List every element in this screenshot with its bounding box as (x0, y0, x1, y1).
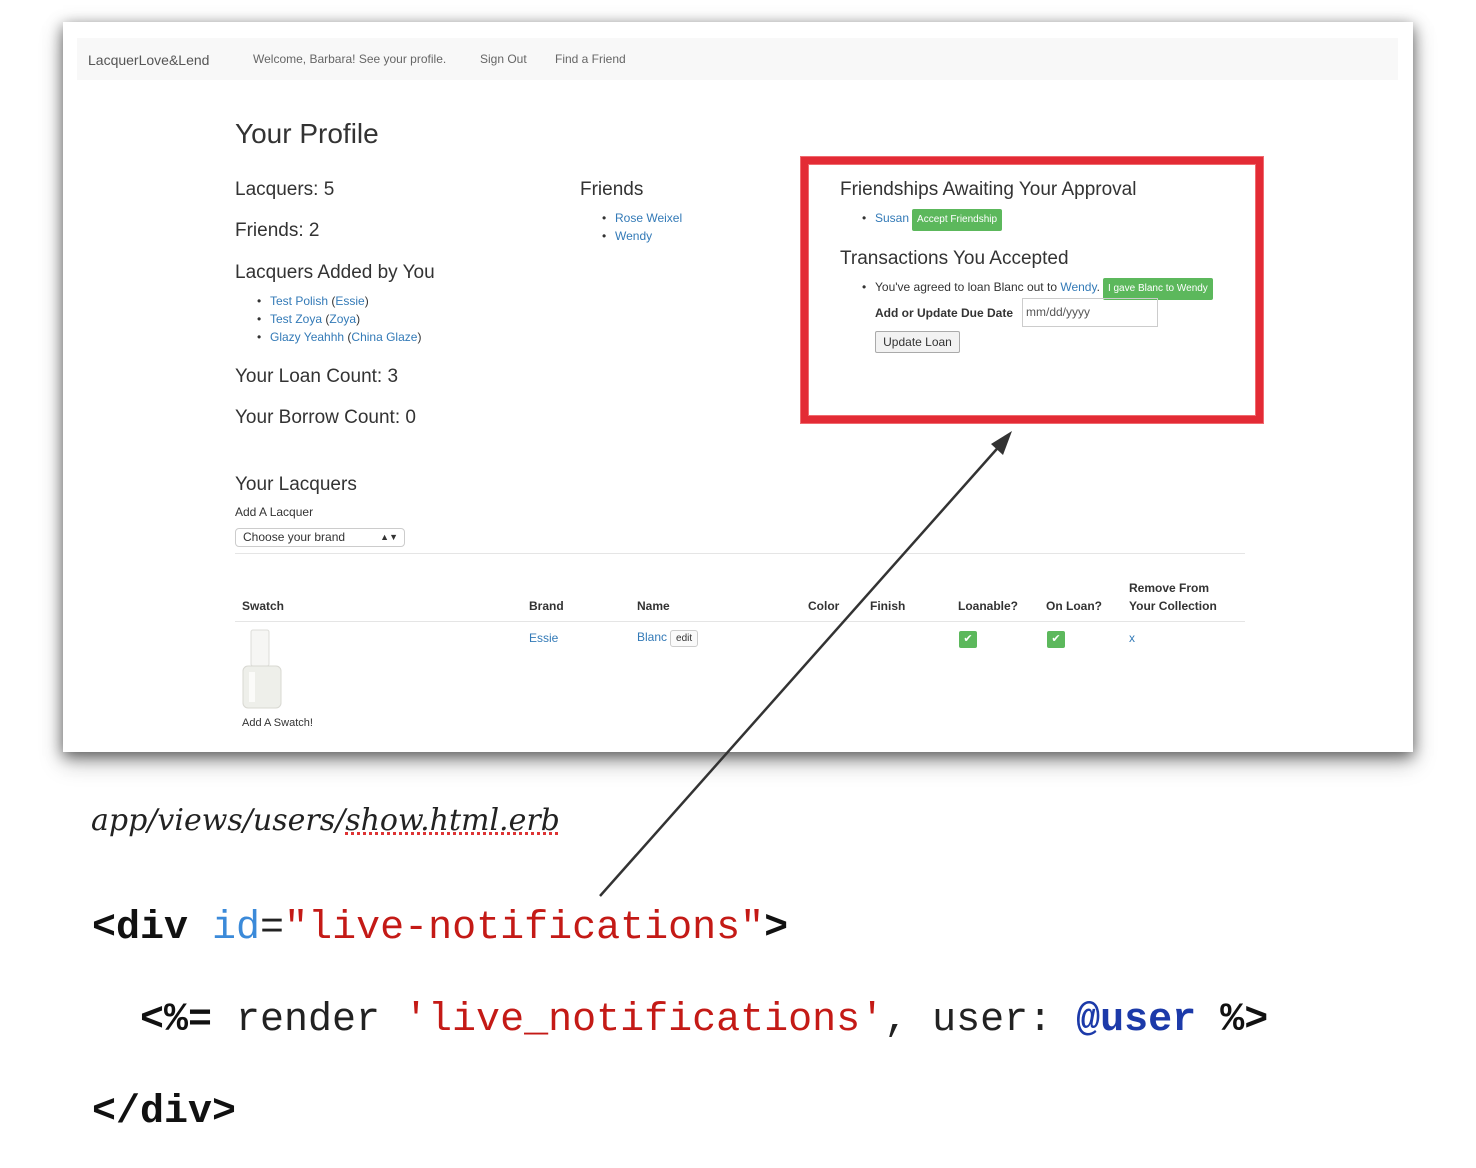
code-erb-close: %> (1220, 998, 1269, 1043)
code-ivar: @user (1076, 998, 1197, 1043)
code-attr-value: "live-notifications" (284, 906, 765, 951)
code-user-key: , user: (884, 998, 1077, 1043)
file-path-caption: app/views/users/show.html.erb (91, 803, 560, 838)
code-attr: id (212, 906, 261, 951)
code-close-bracket: > (764, 906, 789, 951)
code-partial-name: 'live_notifications' (404, 998, 885, 1043)
code-line-2: <%= render 'live_notifications', user: @… (140, 998, 1268, 1043)
file-path-file: show.html.erb (345, 803, 560, 838)
code-line-3: </div> (92, 1090, 237, 1135)
arrow-line (599, 441, 1004, 897)
code-erb-open: <%= (140, 998, 213, 1043)
annotation-arrow (599, 431, 1012, 897)
code-eq: = (260, 906, 285, 951)
code-line-1: <div id="live-notifications"> (92, 906, 788, 951)
code-render: render (212, 998, 405, 1043)
code-div-open: <div (92, 906, 189, 951)
file-path-dir: app/views/users/ (91, 803, 346, 838)
